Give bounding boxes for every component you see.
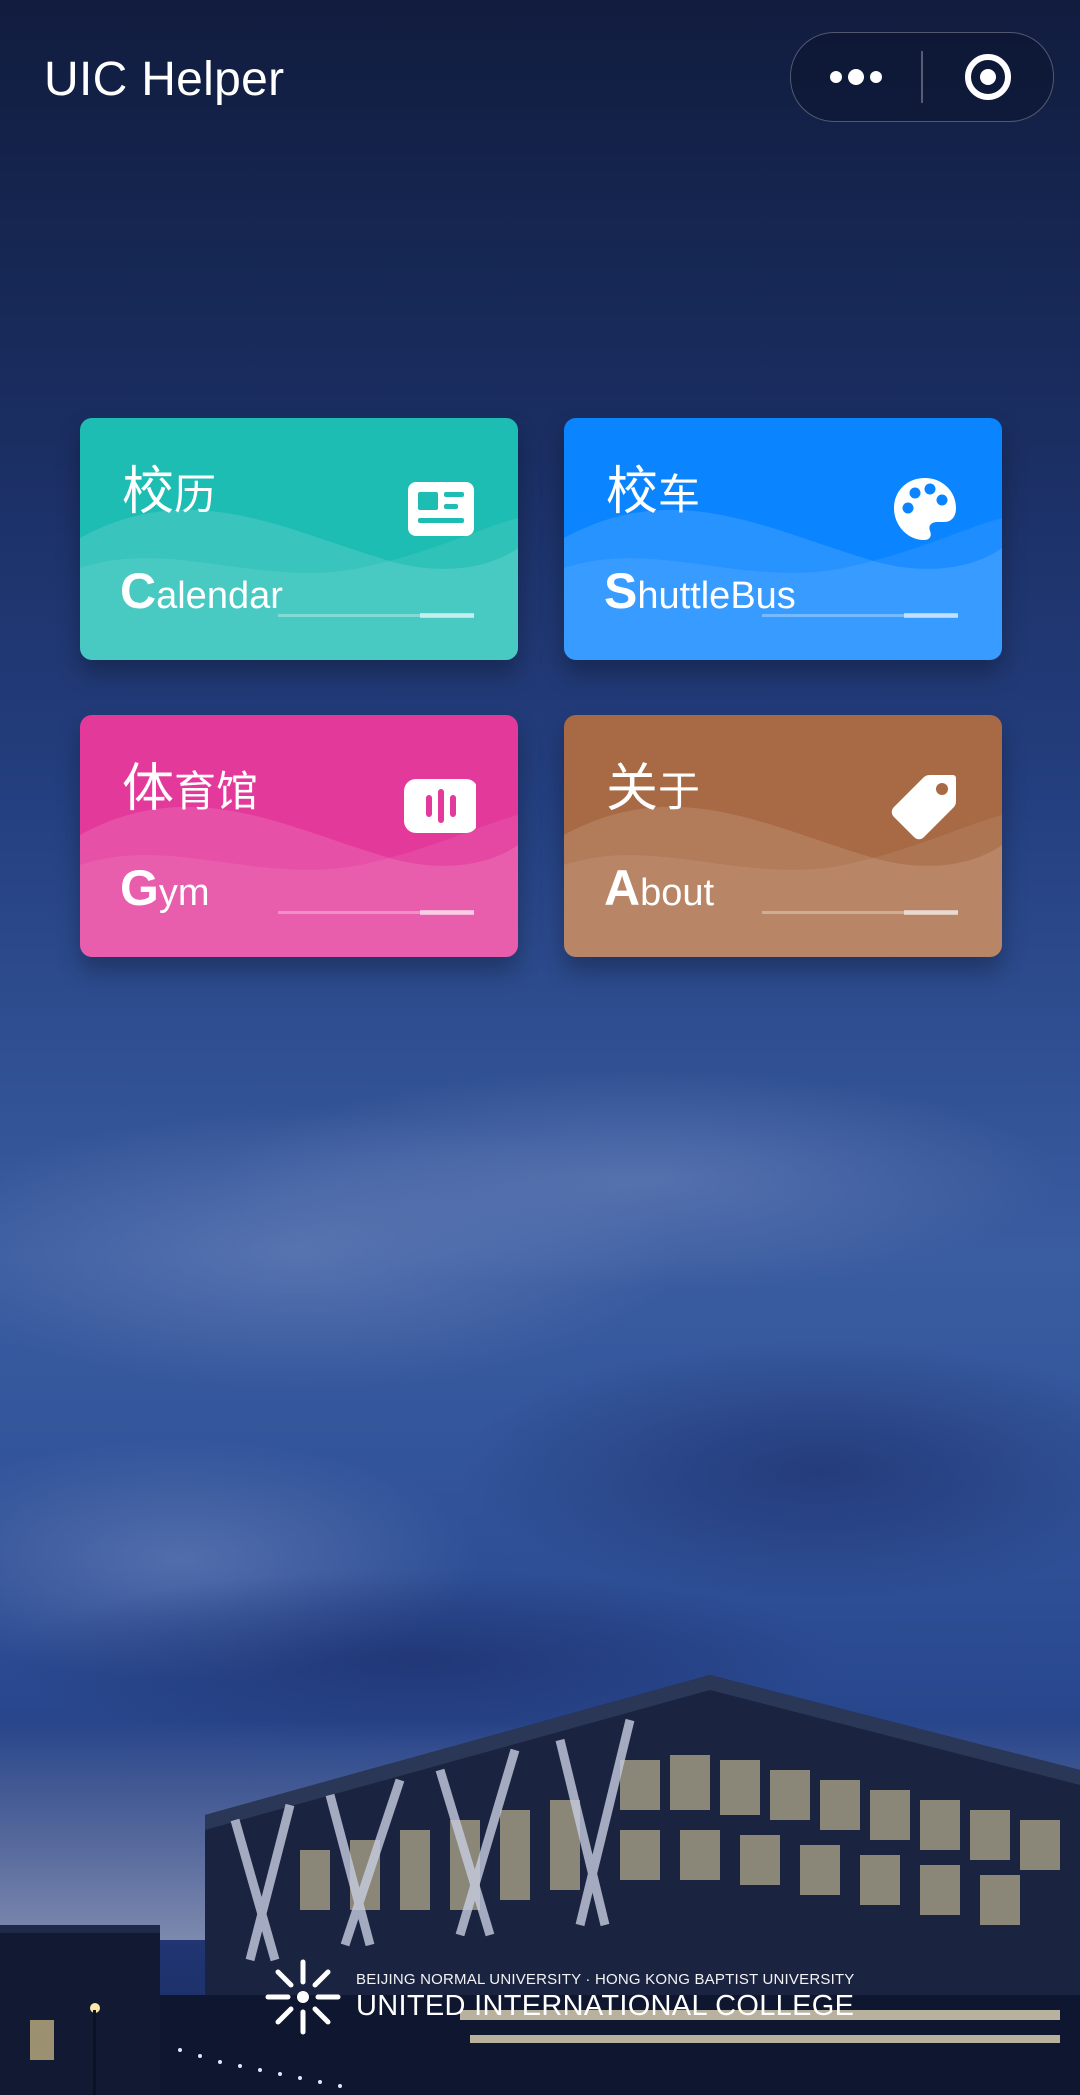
target-circle-icon [964,54,1011,100]
newspaper-icon [408,482,474,536]
card-en-title: About [604,860,715,916]
card-underline [762,613,958,618]
close-button[interactable] [923,33,1053,121]
voice-bars-icon [404,779,476,833]
uic-logo-icon [265,1959,341,2035]
card-shuttlebus[interactable]: 校车 ShuttleBus [564,418,1002,660]
card-calendar[interactable]: 校历 Calendar [80,418,518,660]
card-zh-title: 体育馆 [122,759,259,819]
uic-brand: BEIJING NORMAL UNIVERSITY · HONG KONG BA… [262,1956,855,2038]
card-underline [278,910,474,915]
tag-icon [891,775,956,840]
card-zh-title: 关于 [606,759,701,819]
more-button[interactable] [791,33,921,121]
brand-line1: BEIJING NORMAL UNIVERSITY · HONG KONG BA… [356,1971,855,1988]
card-en-title: Calendar [120,563,283,619]
card-underline [278,613,474,618]
mini-program-capsule [790,32,1054,122]
card-zh-title: 校车 [606,462,701,522]
card-zh-title: 校历 [122,462,217,522]
palette-icon [894,478,956,540]
more-dots-icon [830,69,882,85]
card-about[interactable]: 关于 About [564,715,1002,957]
campus-background [0,1070,1080,2095]
card-gym[interactable]: 体育馆 Gym [80,715,518,957]
brand-line2: UNITED INTERNATIONAL COLLEGE [356,1990,855,2022]
card-en-title: Gym [120,860,210,916]
card-underline [762,910,958,915]
app-title: UIC Helper [44,53,285,106]
card-en-title: ShuttleBus [604,563,796,619]
